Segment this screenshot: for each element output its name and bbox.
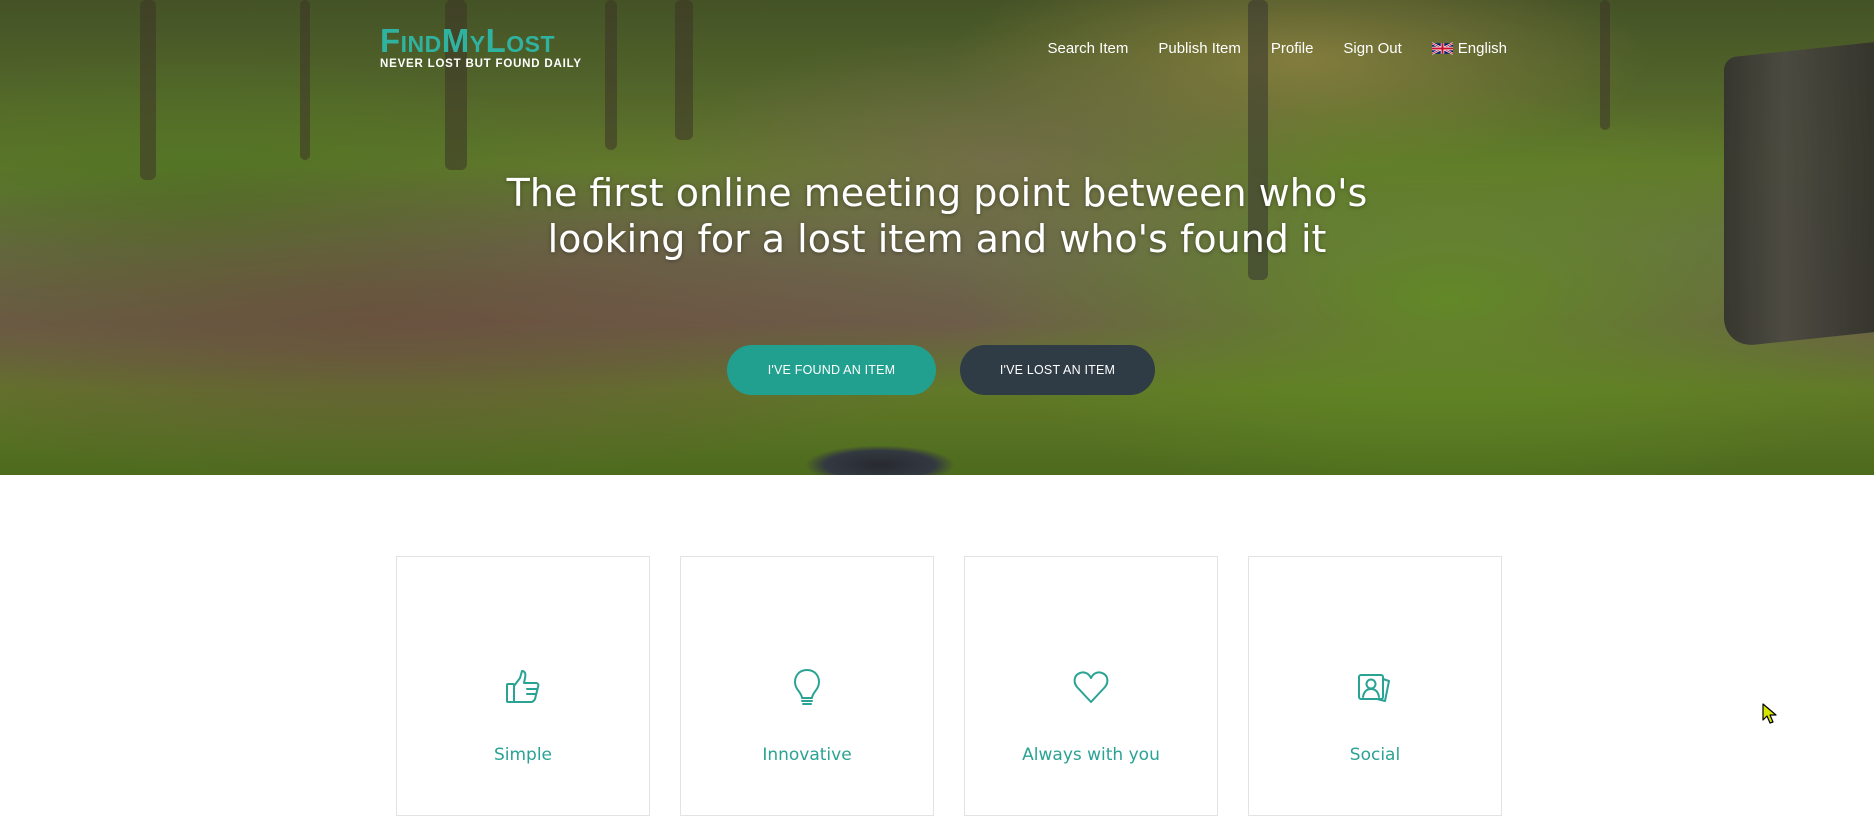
language-selector[interactable]: English bbox=[1431, 40, 1507, 57]
hero-headline-line2: looking for a lost item and who's found … bbox=[547, 217, 1327, 261]
nav-profile[interactable]: Profile bbox=[1271, 40, 1314, 57]
main-nav: Search Item Publish Item Profile Sign Ou… bbox=[1047, 40, 1507, 57]
lightbulb-icon bbox=[787, 667, 827, 707]
contact-card-icon bbox=[1355, 667, 1395, 707]
feature-card-innovative: Innovative bbox=[680, 556, 934, 816]
feature-title: Always with you bbox=[1022, 745, 1160, 765]
heart-icon bbox=[1071, 667, 1111, 707]
feature-card-always: Always with you bbox=[964, 556, 1218, 816]
mouse-cursor-icon bbox=[1762, 703, 1778, 725]
feature-title: Innovative bbox=[762, 745, 852, 765]
feature-card-simple: Simple bbox=[396, 556, 650, 816]
thumbs-up-icon bbox=[503, 667, 543, 707]
hero-headline-line1: The first online meeting point between w… bbox=[506, 171, 1368, 215]
nav-sign-out[interactable]: Sign Out bbox=[1343, 40, 1401, 57]
feature-card-social: Social bbox=[1248, 556, 1502, 816]
logo-tagline: NEVER LOST BUT FOUND DAILY bbox=[380, 58, 582, 70]
nav-search-item[interactable]: Search Item bbox=[1047, 40, 1128, 57]
nav-publish-item[interactable]: Publish Item bbox=[1158, 40, 1241, 57]
features-section: Simple Innovative Always with you Social bbox=[396, 556, 1502, 816]
language-label: English bbox=[1457, 40, 1507, 57]
logo[interactable]: FindMyLost NEVER LOST BUT FOUND DAILY bbox=[380, 22, 582, 71]
hero-headline: The first online meeting point between w… bbox=[437, 170, 1437, 262]
feature-title: Social bbox=[1349, 745, 1401, 765]
feature-title: Simple bbox=[493, 745, 553, 765]
uk-flag-icon bbox=[1431, 41, 1454, 56]
lost-item-button[interactable]: I've lost an item bbox=[960, 345, 1155, 395]
logo-wordmark: FindMyLost bbox=[380, 22, 556, 59]
hero-section: FindMyLost NEVER LOST BUT FOUND DAILY Se… bbox=[0, 0, 1874, 475]
found-item-button[interactable]: I've found an item bbox=[727, 345, 936, 395]
